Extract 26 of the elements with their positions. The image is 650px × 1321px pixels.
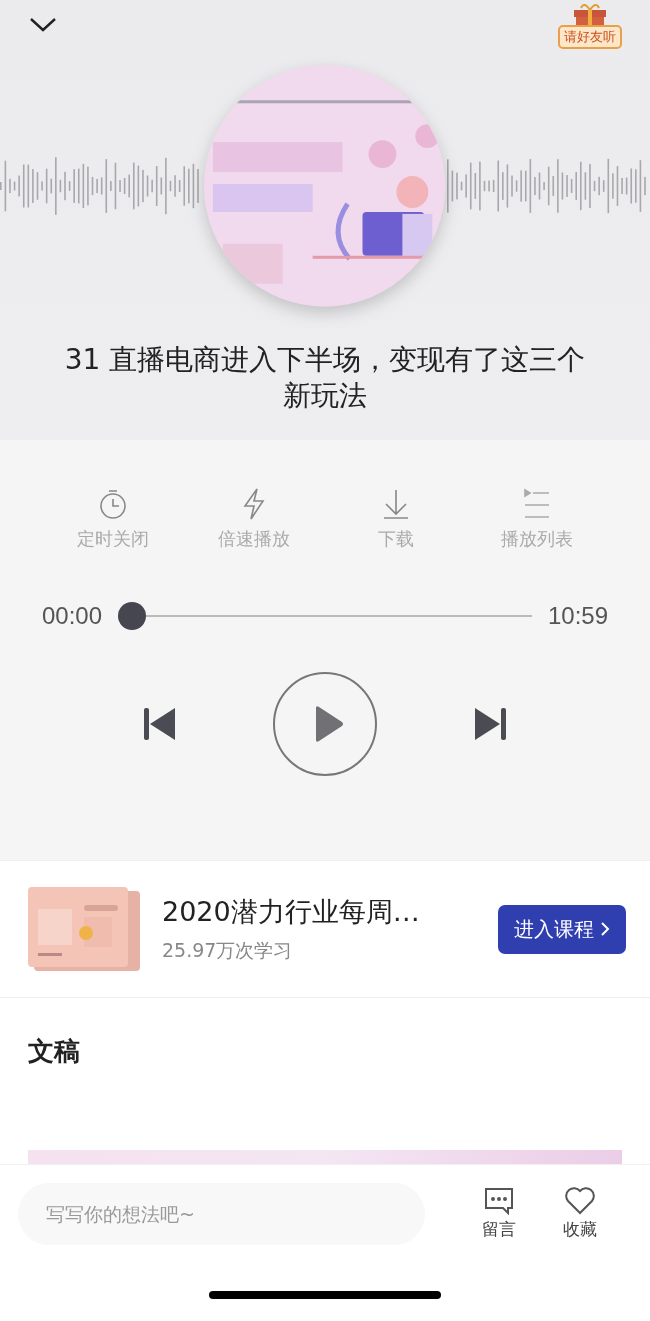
episode-title: 31 直播电商进入下半场，变现有了这三个新玩法 (63, 342, 587, 414)
elapsed-time: 00:00 (42, 602, 103, 630)
next-button[interactable] (473, 707, 507, 741)
action-button[interactable]: 播放列表 (466, 486, 608, 552)
heart-icon (564, 1187, 595, 1215)
action-button[interactable]: 倍速播放 (183, 486, 325, 552)
section-heading: 文稿 (28, 1036, 80, 1066)
skip-previous-icon (143, 707, 177, 741)
chevron-right-icon (600, 921, 610, 937)
chevron-down-icon (28, 16, 58, 34)
action-button[interactable]: 定时关闭 (42, 486, 184, 552)
action-button[interactable]: 下载 (325, 486, 467, 552)
skip-next-icon (473, 707, 507, 741)
play-button[interactable] (273, 672, 377, 776)
duration-time: 10:59 (547, 602, 608, 630)
collapse-button[interactable] (28, 16, 58, 34)
toolbar-button[interactable]: 留言 (458, 1186, 540, 1242)
comment-icon (484, 1187, 515, 1215)
learner-count: 25.97万次学习 (162, 938, 294, 963)
previous-button[interactable] (143, 707, 177, 741)
enter-course-button[interactable]: 进入课程 (498, 904, 626, 954)
comment-field[interactable]: 写写你的想法吧~ (18, 1183, 425, 1245)
play-icon (314, 705, 344, 743)
toolbar-button[interactable]: 收藏 (539, 1186, 620, 1242)
course-title: 2020潜力行业每周… (162, 895, 421, 929)
progress-thumb[interactable] (118, 602, 147, 630)
